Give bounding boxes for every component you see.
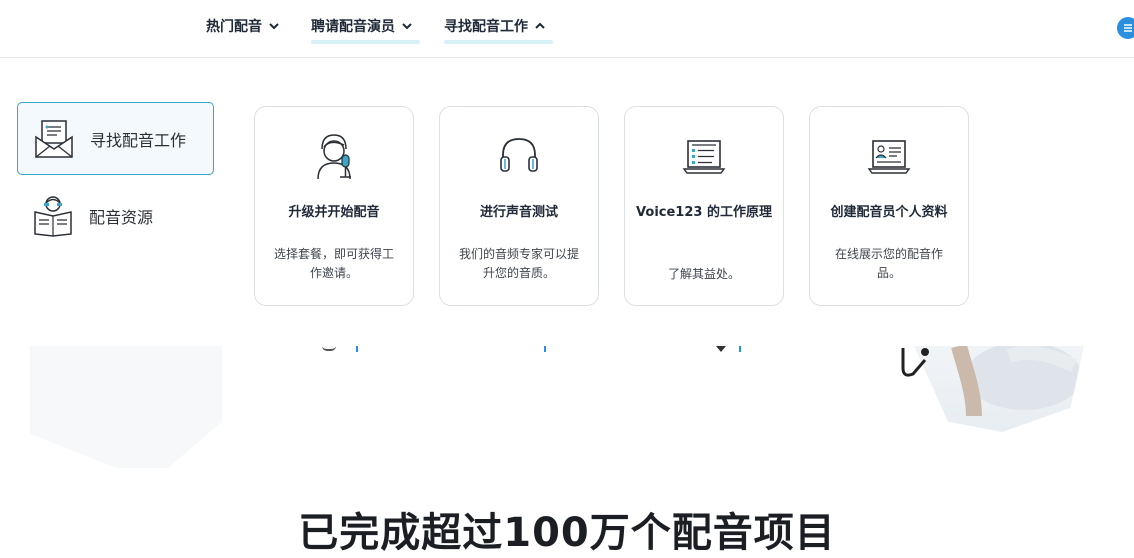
chevron-up-icon: [535, 22, 545, 29]
laptop-profile-icon: [867, 140, 911, 174]
partial-icon: [322, 346, 336, 351]
card-description: 我们的音频专家可以提升您的音质。: [458, 247, 579, 280]
nav-find-work-label: 寻找配音工作: [444, 19, 528, 35]
divider-mark: [356, 346, 358, 352]
laptop-list-icon: [682, 140, 726, 174]
nav-find-work[interactable]: 寻找配音工作: [444, 16, 546, 36]
card-title: 升级并开始配音: [288, 205, 380, 220]
chevron-down-icon: [269, 23, 279, 30]
sidebar-item-label: 配音资源: [89, 207, 154, 227]
hamburger-icon: [1124, 24, 1132, 32]
card-description: 选择套餐，即可获得工作邀请。: [273, 247, 394, 280]
arrow-down-icon: [716, 346, 726, 352]
nav-hire-label: 聘请配音演员: [311, 19, 395, 35]
voice-actor-mic-icon: [317, 134, 351, 180]
divider-mark: [544, 346, 546, 352]
sidebar-item-label: 寻找配音工作: [90, 130, 187, 150]
dropdown-panel: 寻找配音工作 配音资源 升级并开始配音 选择套餐，即可获得工作邀请。 进行声音测…: [0, 58, 1134, 346]
card-description: 了解其益处。: [667, 267, 740, 281]
chevron-down-icon: [402, 23, 412, 30]
nav-hire-underline: [311, 40, 420, 44]
card-title: 进行声音测试: [479, 205, 558, 220]
top-nav: 热门配音 聘请配音演员 寻找配音工作: [0, 0, 1134, 58]
card-description: 在线展示您的配音作品。: [834, 247, 943, 280]
envelope-letter-icon: [35, 119, 73, 158]
nav-hire-voice-actor[interactable]: 聘请配音演员: [311, 16, 413, 36]
nav-find-work-underline: [444, 40, 553, 44]
headphones-icon: [500, 138, 538, 172]
sidebar-item-find-work[interactable]: 寻找配音工作: [17, 102, 214, 175]
hero-photo: [914, 346, 1084, 432]
card-create-profile[interactable]: 创建配音员个人资料 在线展示您的配音作品。: [809, 106, 969, 306]
nav-popular-label: 热门配音: [206, 19, 262, 35]
card-how-it-works[interactable]: Voice123 的工作原理 了解其益处。: [624, 106, 784, 306]
sidebar-item-resources[interactable]: 配音资源: [17, 179, 214, 252]
card-voice-test[interactable]: 进行声音测试 我们的音频专家可以提升您的音质。: [439, 106, 599, 306]
headline: 已完成超过100万个配音项目: [298, 510, 836, 556]
decorative-shape: [30, 346, 222, 468]
card-upgrade[interactable]: 升级并开始配音 选择套餐，即可获得工作邀请。: [254, 106, 414, 306]
reader-book-icon: [34, 195, 72, 237]
nav-popular-voiceover[interactable]: 热门配音: [206, 16, 280, 36]
divider-mark: [739, 346, 741, 352]
microphone-stand-icon: [901, 348, 929, 377]
card-title: 创建配音员个人资料: [830, 205, 948, 220]
card-title: Voice123 的工作原理: [636, 205, 772, 220]
menu-button[interactable]: [1117, 17, 1134, 39]
